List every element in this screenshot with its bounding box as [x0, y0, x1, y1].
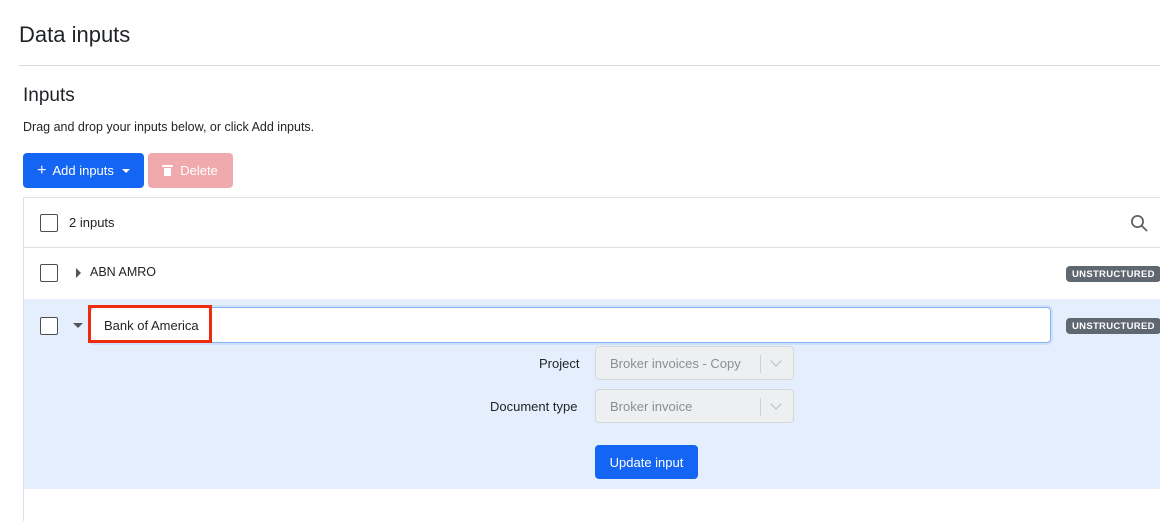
input-name-field[interactable]: [90, 307, 1051, 343]
project-label: Project: [539, 356, 580, 371]
upload-hint: Drag and drop your inputs below, or clic…: [23, 120, 315, 134]
plus-icon: +: [37, 161, 47, 179]
inputs-count: 2 inputs: [69, 215, 115, 230]
inputs-list: 2 inputs ABN AMRO UNSTRUCTURED UNSTRUCTU…: [23, 197, 1160, 521]
project-select[interactable]: Broker invoices - Copy: [595, 346, 794, 380]
search-icon[interactable]: [1130, 214, 1148, 232]
expand-caret-icon[interactable]: [76, 268, 81, 278]
caret-down-icon: [121, 168, 130, 173]
section-title: Inputs: [23, 85, 75, 106]
document-type-select-value: Broker invoice: [610, 399, 693, 414]
list-item-expanded: UNSTRUCTURED Project Broker invoices - C…: [24, 299, 1160, 489]
select-separator: [760, 398, 761, 416]
select-all-checkbox[interactable]: [40, 214, 58, 232]
status-badge: UNSTRUCTURED: [1066, 318, 1160, 334]
list-item[interactable]: ABN AMRO UNSTRUCTURED: [24, 248, 1160, 299]
document-type-select[interactable]: Broker invoice: [595, 389, 794, 423]
page-title: Data inputs: [19, 22, 131, 47]
status-badge: UNSTRUCTURED: [1066, 266, 1160, 282]
project-select-value: Broker invoices - Copy: [610, 356, 741, 371]
row-checkbox[interactable]: [40, 317, 58, 335]
add-inputs-button[interactable]: + Add inputs: [23, 153, 144, 188]
update-input-button[interactable]: Update input: [595, 445, 698, 479]
doctype-label: Document type: [490, 399, 578, 414]
row-checkbox[interactable]: [40, 264, 58, 282]
delete-button[interactable]: Delete: [148, 153, 233, 188]
delete-label: Delete: [180, 163, 218, 178]
chevron-down-icon: [770, 355, 782, 367]
add-inputs-label: Add inputs: [52, 163, 114, 178]
select-separator: [760, 355, 761, 373]
title-divider: [19, 65, 1160, 66]
collapse-caret-icon[interactable]: [73, 323, 83, 328]
list-header: 2 inputs: [24, 198, 1160, 248]
chevron-down-icon: [770, 398, 782, 410]
input-name: ABN AMRO: [90, 265, 156, 279]
trash-icon: [162, 165, 174, 176]
